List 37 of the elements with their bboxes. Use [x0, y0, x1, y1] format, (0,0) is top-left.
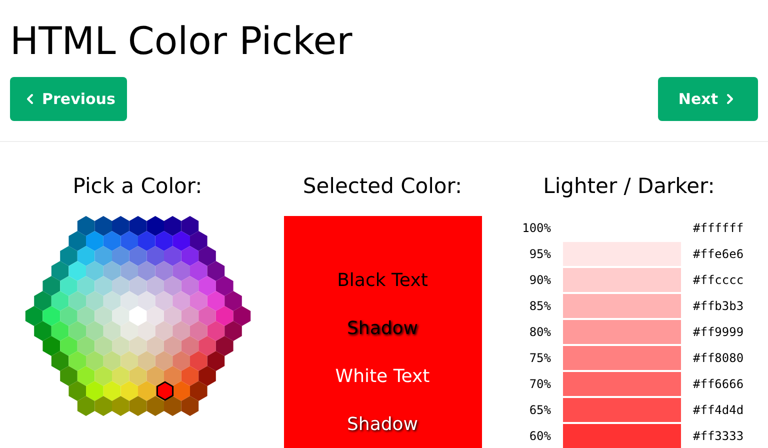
percent-label: 90%: [528, 272, 551, 289]
percent-label: 100%: [521, 220, 551, 237]
percent-label: 70%: [528, 376, 551, 393]
shade-bar[interactable]: [563, 294, 681, 318]
sample-text: Black Text: [337, 272, 428, 290]
sample-text: White Text: [335, 368, 430, 386]
percent-label: 80%: [528, 324, 551, 341]
section-heading: Lighter / Darker:: [543, 176, 715, 200]
hex-code: #ff8080: [693, 350, 745, 367]
shade-bar[interactable]: [563, 398, 681, 422]
hex-code: #ffb3b3: [693, 298, 745, 315]
hex-code: #ff4d4d: [693, 402, 745, 419]
section-heading: Pick a Color:: [72, 176, 202, 200]
sample-text: Shadow: [346, 320, 418, 338]
hex-code: #ff9999: [693, 324, 745, 341]
hex-code: #ffffff: [693, 220, 745, 237]
sample-text: Shadow: [346, 416, 418, 434]
shade-bar[interactable]: [563, 320, 681, 344]
section-heading: Selected Color:: [302, 176, 462, 200]
shade-bar[interactable]: [563, 268, 681, 292]
shade-bar[interactable]: [563, 242, 681, 266]
previous-button[interactable]: Previous: [10, 77, 128, 121]
shade-bar[interactable]: [563, 424, 681, 448]
percent-label: 65%: [528, 402, 551, 419]
percent-label: 85%: [528, 298, 551, 315]
hex-code: #ffe6e6: [693, 246, 745, 263]
hex-code: #ff6666: [693, 376, 745, 393]
hex-code: #ff3333: [693, 428, 745, 445]
percent-label: 95%: [528, 246, 551, 263]
page-title: HTML Color Picker: [9, 18, 352, 60]
shade-bar[interactable]: [563, 372, 681, 396]
percent-label: 60%: [528, 428, 551, 445]
color-hexagon-map[interactable]: [24, 216, 252, 416]
next-button[interactable]: Next: [658, 77, 758, 121]
hex-code: #ffcccc: [693, 272, 745, 289]
shade-bar[interactable]: [563, 346, 681, 370]
percent-label: 75%: [528, 350, 551, 367]
